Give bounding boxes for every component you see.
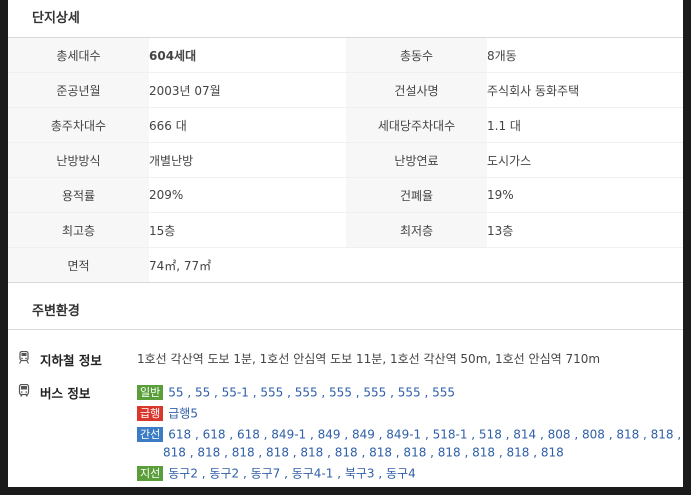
subway-text: 1호선 각산역 도보 1분, 1호선 안심역 도보 11분, 1호선 각산역 5… (137, 352, 601, 366)
info-value: 8개동 (487, 38, 683, 73)
info-value: 74㎡, 77㎡ (149, 247, 346, 283)
complex-detail-panel: 단지상세 총세대수 604세대 총동수 8개동 준공년월 2003년 07월 건설사명 주식회… (8, 0, 683, 487)
subway-label: 지하철 정보 (40, 353, 102, 368)
info-row: 난방방식 개별난방 난방연료 도시가스 (8, 142, 683, 178)
bus-routes[interactable]: 55 , 55 , 55-1 , 555 , 555 , 555 , 555 ,… (168, 386, 455, 400)
complex-info-table: 총세대수 604세대 총동수 8개동 준공년월 2003년 07월 건설사명 주식회사 동화주… (8, 38, 683, 283)
bus-route-line: 간선 618 , 618 , 618 , 849-1 , 849 , 849 , … (137, 425, 683, 444)
info-row: 최고층 15층 최저층 13층 (8, 212, 683, 248)
info-value: 666 대 (149, 107, 346, 143)
info-value: 도시가스 (487, 142, 683, 178)
info-label: 난방방식 (8, 142, 149, 178)
info-value: 주식회사 동화주택 (487, 72, 683, 108)
bus-routes[interactable]: 동구2 , 동구2 , 동구7 , 동구4-1 , 북구3 , 동구4 (168, 467, 415, 481)
info-value: 13층 (487, 212, 683, 248)
info-label: 총주차대수 (8, 107, 149, 143)
info-value: 개별난방 (149, 142, 346, 178)
info-label: 총세대수 (8, 38, 149, 73)
detail-section-title: 단지상세 (8, 0, 683, 38)
bus-type-badge: 급행 (137, 406, 164, 421)
info-label: 최고층 (8, 212, 149, 248)
bus-route-line: 일반 55 , 55 , 55-1 , 555 , 555 , 555 , 555… (137, 383, 455, 402)
bus-label: 버스 정보 (40, 386, 91, 401)
info-value: 2003년 07월 (149, 72, 346, 108)
bus-route-line: 급행 급행5 (137, 404, 198, 423)
info-row: 준공년월 2003년 07월 건설사명 주식회사 동화주택 (8, 72, 683, 108)
bus-type-badge: 간선 (137, 427, 164, 442)
info-label: 면적 (8, 247, 149, 283)
bus-type-badge: 일반 (137, 385, 164, 400)
env-section-title: 주변환경 (8, 294, 683, 330)
info-row: 용적률 209% 건폐율 19% (8, 177, 683, 213)
info-value: 1.1 대 (487, 107, 683, 143)
bus-routes[interactable]: 618 , 618 , 618 , 849-1 , 849 , 849 , 84… (168, 428, 683, 442)
info-row: 면적 74㎡, 77㎡ (8, 247, 683, 283)
info-value (487, 247, 683, 283)
info-value: 604세대 (149, 38, 346, 73)
info-label: 건폐율 (346, 177, 487, 213)
info-label: 용적률 (8, 177, 149, 213)
info-row: 총주차대수 666 대 세대당주차대수 1.1 대 (8, 107, 683, 143)
info-value: 19% (487, 177, 683, 213)
info-label: 최저층 (346, 212, 487, 248)
info-label: 세대당주차대수 (346, 107, 487, 143)
info-row: 총세대수 604세대 총동수 8개동 (8, 38, 683, 73)
bus-routes[interactable]: 818 , 818 , 818 , 818 , 818 , 818 , 818 … (163, 446, 564, 460)
info-label: 총동수 (346, 38, 487, 73)
info-value: 209% (149, 177, 346, 213)
bus-route-line: 지선 동구2 , 동구2 , 동구7 , 동구4-1 , 북구3 , 동구4 (137, 464, 416, 483)
info-label: 난방연료 (346, 142, 487, 178)
subway-icon (19, 351, 29, 364)
bus-type-badge: 지선 (137, 466, 164, 481)
bus-icon (18, 384, 30, 397)
info-label (346, 247, 487, 283)
info-label: 준공년월 (8, 72, 149, 108)
bus-routes[interactable]: 급행5 (168, 407, 198, 421)
info-value: 15층 (149, 212, 346, 248)
info-label: 건설사명 (346, 72, 487, 108)
bus-route-line: 818 , 818 , 818 , 818 , 818 , 818 , 818 … (163, 443, 564, 462)
